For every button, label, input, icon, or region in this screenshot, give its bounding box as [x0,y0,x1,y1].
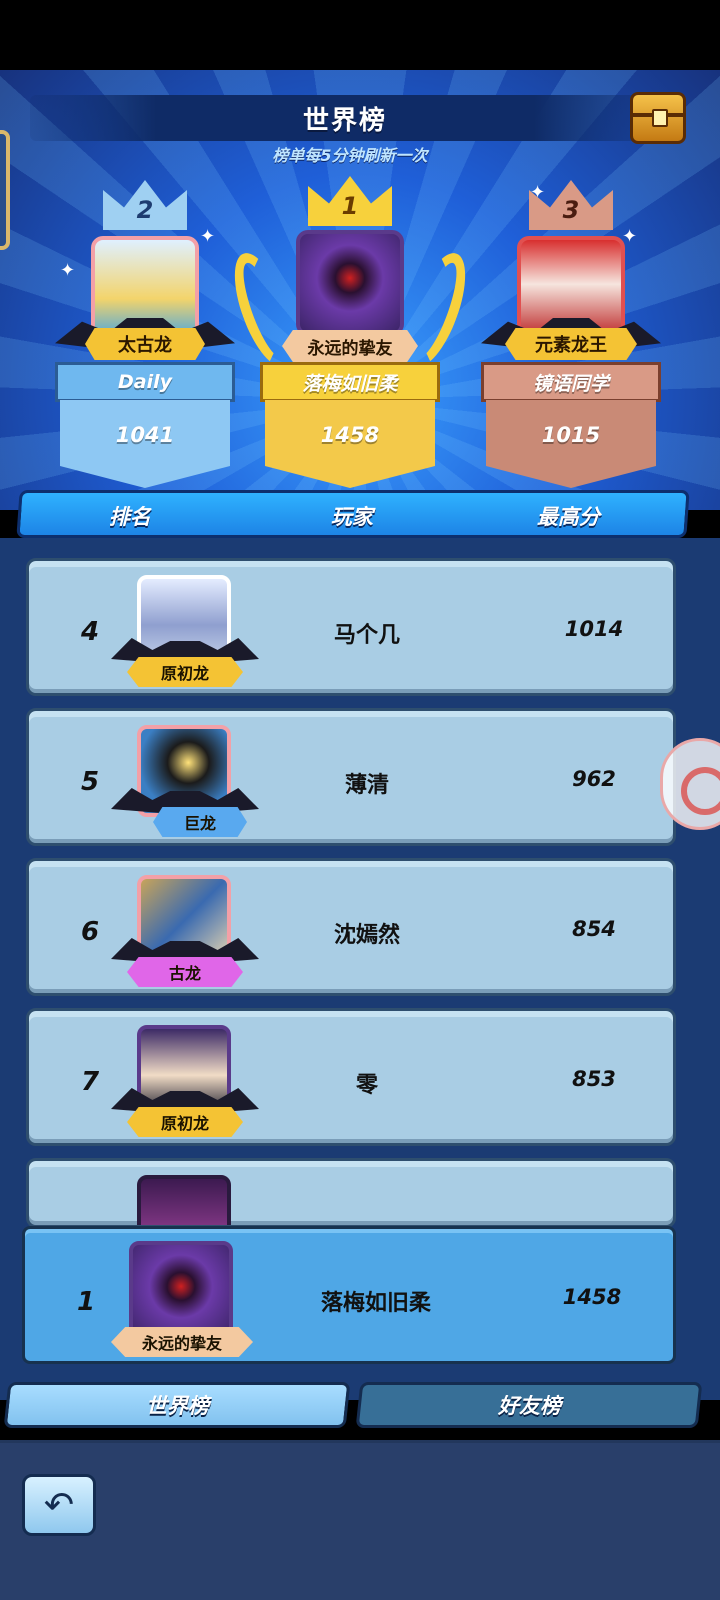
avatar [137,1175,231,1225]
row-score: 854 [572,917,616,941]
row-rank: 6 [81,917,100,947]
refresh-note: 榜单每5分钟刷新一次 [272,146,428,165]
row-score: 853 [572,1067,616,1091]
column-score: 最高分 [536,505,600,529]
player-score: 1041 [60,400,230,488]
row-score: 1458 [562,1285,622,1309]
column-header: 排名 玩家 最高分 [16,490,690,538]
table-row[interactable]: 古龙 6 沈嫣然 854 [26,858,676,996]
rank-badge: 1 [308,176,392,226]
bottom-bar [0,1440,720,1600]
dragon-tag: 原初龙 [127,657,243,687]
row-rank: 4 [81,617,100,647]
page-title: 世界榜 [302,105,387,136]
record-icon[interactable] [660,738,720,830]
avatar [296,230,404,336]
podium-rank-1[interactable]: 1 永远的挚友 落梅如旧柔 1458 [222,174,478,488]
row-rank: 7 [81,1067,100,1097]
player-score: 1458 [265,400,435,488]
column-player: 玩家 [330,505,373,529]
row-player: 落梅如旧柔 [320,1291,431,1316]
table-row[interactable]: 巨龙 5 薄清 962 [26,708,676,846]
treasure-chest-icon[interactable] [630,92,686,144]
tab-world-label: 世界榜 [145,1394,209,1418]
tab-world[interactable]: 世界榜 [3,1382,351,1428]
row-player: 薄清 [344,773,389,798]
player-name: 镜语同学 [481,362,661,402]
back-button[interactable]: ↶ [22,1474,96,1536]
dragon-tag: 太古龙 [85,328,205,360]
dragon-tag: 巨龙 [153,807,247,837]
dragon-tag: 古龙 [127,957,243,987]
player-name: Daily [55,362,235,402]
sparkle-icon: ✦ [200,226,216,247]
frame-tag: 永远的挚友 [111,1327,253,1357]
sparkle-icon: ✦ [60,260,76,281]
row-score: 1014 [564,617,624,641]
rank-badge: 2 [103,180,187,230]
podium-rank-3[interactable]: ✦ ✦ 3 元素龙王 镜语同学 1015 [476,180,666,488]
player-score: 1015 [486,400,656,488]
tab-friends-label: 好友榜 [497,1394,561,1418]
row-player: 零 [355,1073,378,1098]
back-arrow-icon: ↶ [43,1484,75,1526]
row-rank: 1 [77,1287,96,1317]
tab-friends[interactable]: 好友榜 [355,1382,703,1428]
table-row[interactable] [26,1158,676,1228]
podium-rank-2[interactable]: ✦ ✦ 2 太古龙 Daily 1041 [50,180,240,488]
table-row[interactable]: 原初龙 7 零 853 [26,1008,676,1146]
row-player: 马个几 [333,623,400,648]
status-bar [0,0,720,70]
title-bar: 世界榜 [30,95,660,141]
table-row[interactable]: 原初龙 4 马个几 1014 [26,558,676,696]
dragon-tag: 元素龙王 [505,328,637,360]
my-rank-row[interactable]: 永远的挚友 1 落梅如旧柔 1458 [22,1226,676,1364]
row-score: 962 [572,767,616,791]
dragon-tag: 原初龙 [127,1107,243,1137]
frame-tag: 永远的挚友 [282,330,418,362]
row-rank: 5 [81,767,100,797]
column-rank: 排名 [108,505,151,529]
player-name: 落梅如旧柔 [260,362,440,402]
row-player: 沈嫣然 [333,923,400,948]
avatar [129,1241,233,1341]
